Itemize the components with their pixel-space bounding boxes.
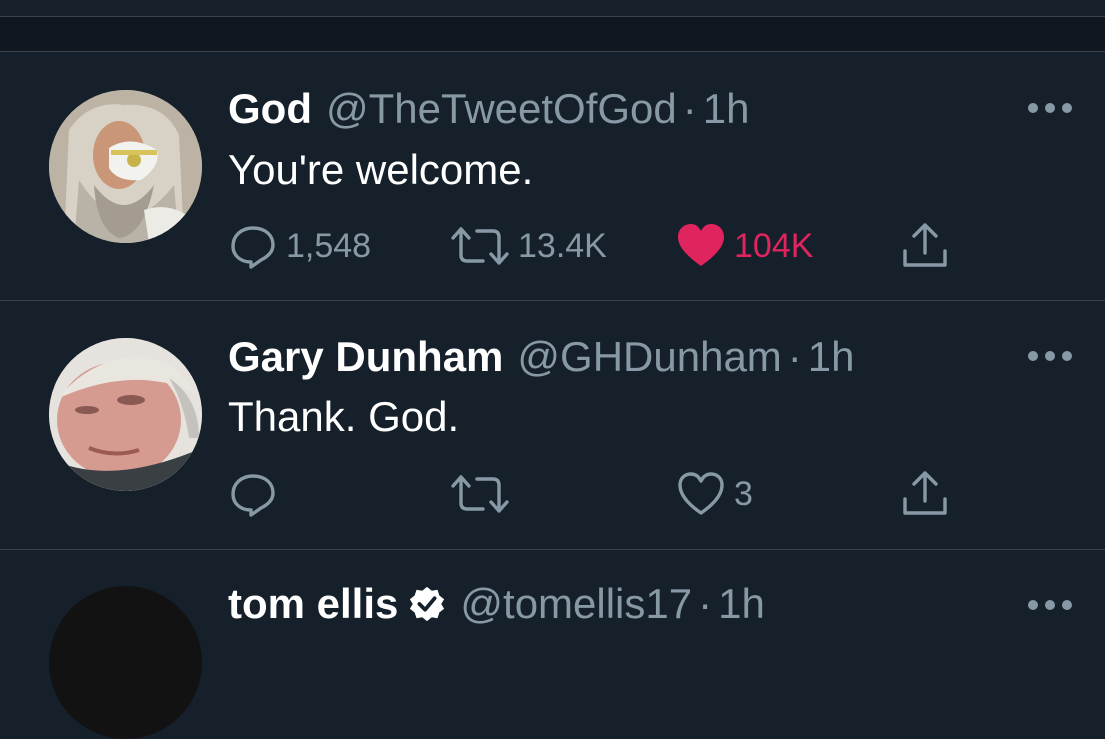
- reply-count: 1,548: [286, 226, 372, 265]
- more-options-icon[interactable]: [1028, 598, 1072, 612]
- more-options-icon[interactable]: [1028, 101, 1072, 115]
- avatar-image: [49, 338, 202, 491]
- tweet-header: tom ellis @tomellis17 · 1h: [228, 578, 765, 630]
- top-bar: [0, 0, 1105, 17]
- avatar-image: [49, 90, 202, 243]
- like-count: 3: [734, 474, 753, 513]
- separator-dot: ·: [787, 333, 802, 380]
- timestamp[interactable]: 1h: [808, 333, 855, 381]
- more-options-icon[interactable]: [1028, 349, 1072, 363]
- display-name[interactable]: tom ellis: [228, 580, 398, 628]
- display-name[interactable]: God: [228, 85, 312, 133]
- retweet-button[interactable]: 13.4K: [450, 221, 607, 271]
- avatar[interactable]: [49, 338, 202, 491]
- like-count: 104K: [734, 226, 814, 265]
- timestamp[interactable]: 1h: [718, 580, 765, 628]
- avatar[interactable]: [49, 90, 202, 243]
- heart-outline-icon: [678, 472, 724, 515]
- tweet-text: You're welcome.: [228, 146, 534, 193]
- like-button[interactable]: 104K: [676, 221, 813, 271]
- verified-badge-icon: [410, 586, 445, 622]
- tweet[interactable]: tom ellis @tomellis17 · 1h: [0, 550, 1105, 739]
- like-button[interactable]: 3: [676, 469, 753, 519]
- reply-button[interactable]: 1,548: [228, 221, 371, 271]
- username[interactable]: @TheTweetOfGod: [326, 85, 677, 133]
- timeline-separator: [0, 17, 1105, 52]
- reply-icon: [231, 226, 275, 269]
- tweet-header: God @TheTweetOfGod · 1h: [228, 83, 750, 135]
- share-button[interactable]: [900, 469, 950, 519]
- separator-dot: ·: [698, 580, 713, 627]
- avatar[interactable]: [49, 586, 202, 739]
- reply-button[interactable]: [228, 469, 286, 519]
- share-button[interactable]: [900, 221, 950, 271]
- retweet-count: 13.4K: [518, 226, 607, 265]
- tweet-header: Gary Dunham @GHDunham · 1h: [228, 331, 855, 383]
- retweet-button[interactable]: [450, 469, 518, 519]
- username[interactable]: @GHDunham: [517, 333, 781, 381]
- tweet[interactable]: God @TheTweetOfGod · 1h You're welcome. …: [0, 52, 1105, 301]
- share-icon: [903, 471, 947, 515]
- heart-icon: [678, 224, 724, 266]
- username[interactable]: @tomellis17: [460, 580, 692, 628]
- share-icon: [903, 223, 947, 267]
- timestamp[interactable]: 1h: [703, 85, 750, 133]
- display-name[interactable]: Gary Dunham: [228, 333, 503, 381]
- tweet[interactable]: Gary Dunham @GHDunham · 1h Thank. God. 3: [0, 301, 1105, 550]
- separator-dot: ·: [682, 85, 697, 132]
- retweet-icon: [451, 227, 509, 265]
- tweet-text: Thank. God.: [228, 393, 460, 440]
- reply-icon: [231, 474, 275, 517]
- retweet-icon: [451, 475, 509, 513]
